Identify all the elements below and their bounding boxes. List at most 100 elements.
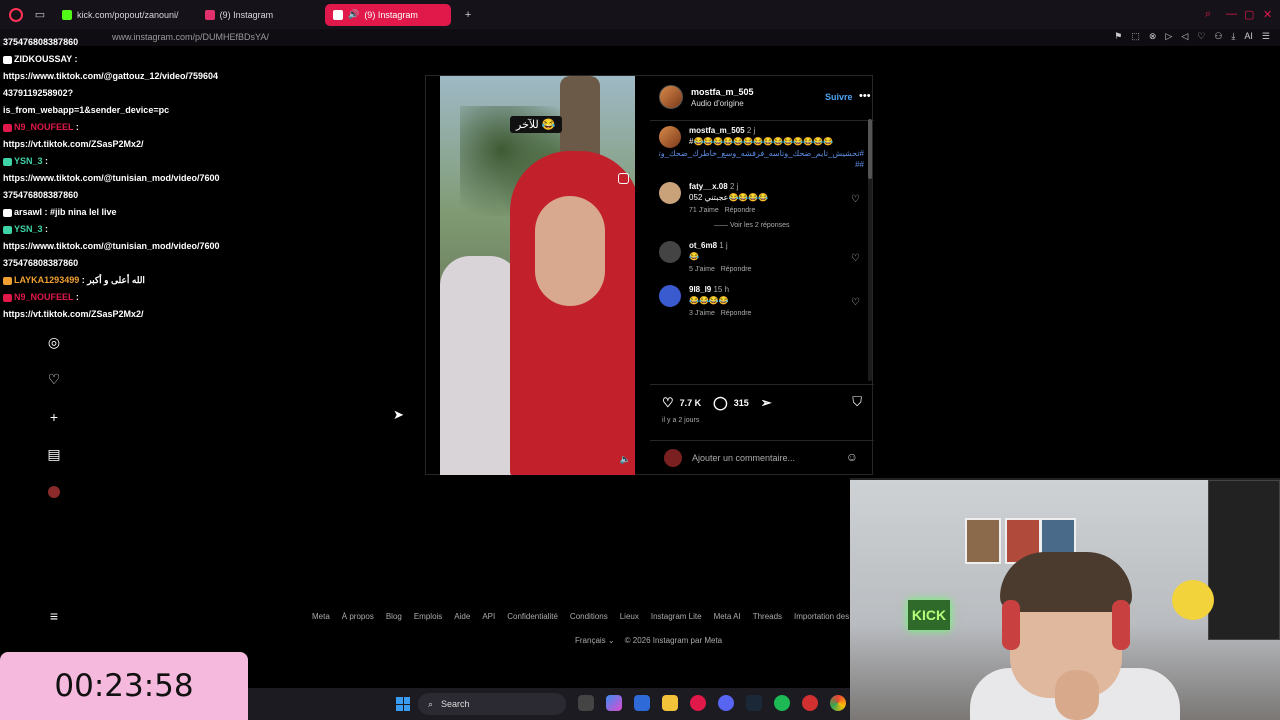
chat-username[interactable]: arsawl [14,207,42,217]
share-send-icon[interactable]: ➢ [761,395,772,411]
comment-like-heart-icon[interactable]: ♡ [851,194,860,205]
chat-username[interactable]: N9_NOUFEEL [14,292,73,302]
tab-instagram-1[interactable]: (9) Instagram [197,4,282,26]
audio-label[interactable]: Audio d'origine [691,99,744,108]
steam-icon[interactable] [746,695,762,711]
like-count[interactable]: 7.7 K [680,398,702,408]
footer-link[interactable]: Blog [386,612,402,621]
chrome-icon[interactable] [830,695,846,711]
store-icon[interactable] [634,695,650,711]
comment-bubble-icon[interactable]: ◯ [713,395,728,411]
comment-like-heart-icon[interactable]: ♡ [851,297,860,308]
caption-hashtags[interactable]: #تحشيش_تايم_ضحك_وتاسه_فرفشه_وسع_خاطرك_ضح… [659,148,864,170]
chat-message: : [73,122,79,132]
app-icon[interactable] [802,695,818,711]
new-tab-plus-icon[interactable]: + [460,7,476,23]
chat-username[interactable]: N9_NOUFEEL [14,122,73,132]
maximize-icon[interactable]: ▢ [1244,8,1254,21]
search-tabs-icon[interactable]: ⌕ [1205,8,1211,21]
comment-likes[interactable]: 71 J'aime [689,207,719,214]
footer-link[interactable]: API [482,612,495,621]
footer-link[interactable]: Meta [312,612,330,621]
chat-username[interactable]: ZIDKOUSSAY [14,54,72,64]
footer-link[interactable]: Meta AI [714,612,741,621]
comment-reply-button[interactable]: Répondre [721,266,752,273]
more-options-icon[interactable]: ••• [859,90,871,102]
footer-link[interactable]: Threads [753,612,782,621]
dashboard-icon[interactable]: ▤ [46,446,62,462]
opera-taskbar-icon[interactable] [690,695,706,711]
speaker-icon[interactable]: 🔊 [348,9,359,20]
create-plus-icon[interactable]: + [46,409,62,425]
download-icon[interactable]: ⤓ [1231,31,1235,42]
chat-badge-icon [3,293,12,302]
follow-button[interactable]: Suivre [825,92,853,102]
more-menu-icon[interactable]: ≡ [46,608,62,624]
like-heart-icon[interactable]: ♡ [662,395,674,411]
mouse-cursor-icon: ➤ [393,407,404,422]
author-username[interactable]: mostfa_m_505 [691,87,754,97]
footer-link[interactable]: Lieux [620,612,639,621]
heart-icon[interactable]: ♡ [1197,31,1205,42]
profile-icon[interactable]: ⚇ [1214,31,1222,42]
scrollbar-thumb[interactable] [868,119,872,179]
minimize-icon[interactable]: — [1226,8,1237,20]
post-sidebar: mostfa_m_505 Audio d'origine Suivre ••• … [650,76,874,475]
footer-link[interactable]: Confidentialité [507,612,558,621]
comment-likes[interactable]: 3 J'aime [689,310,715,317]
comment-input[interactable]: Ajouter un commentaire... [692,453,795,463]
comment-avatar[interactable] [659,241,681,263]
workspace-icon[interactable]: ▭ [32,7,48,23]
mute-icon[interactable]: 🔈 [620,454,631,465]
file-explorer-icon[interactable] [662,695,678,711]
footer-link[interactable]: Conditions [570,612,608,621]
streamer-webcam: KICK [850,478,1280,720]
comment-reply-button[interactable]: Répondre [725,207,756,214]
close-icon[interactable]: ✕ [1263,8,1272,21]
task-view-icon[interactable] [578,695,594,711]
screenshot-icon[interactable]: ⬚ [1131,31,1140,42]
explore-compass-icon[interactable]: ◎ [46,334,62,350]
comment-reply-button[interactable]: Répondre [721,310,752,317]
tab-instagram-active[interactable]: 🔊 (9) Instagram [325,3,452,26]
comment-avatar[interactable] [659,285,681,307]
comments-scrollbar[interactable] [868,119,872,381]
vpn-icon[interactable]: ◁ [1181,31,1188,42]
footer-link[interactable]: Aide [454,612,470,621]
ai-button[interactable]: AI [1244,31,1253,42]
windows-start-icon[interactable] [396,697,410,711]
discord-icon[interactable] [718,695,734,711]
copilot-icon[interactable] [606,695,622,711]
save-bookmark-icon[interactable]: ⛉ [852,394,862,410]
notifications-heart-icon[interactable]: ♡ [46,371,62,387]
comment-username[interactable]: 9l8_l9 [689,285,711,294]
comment-username[interactable]: ot_6m8 [689,241,717,250]
chat-username[interactable]: LAYKA1293499 [14,275,79,285]
author-avatar[interactable] [659,85,683,109]
reel-video[interactable]: للآخر 😂 🔈 [440,76,635,475]
caption-avatar[interactable] [659,126,681,148]
footer-link[interactable]: Emplois [414,612,442,621]
chat-username[interactable]: YSN_3 [14,156,43,166]
menu-icon[interactable]: ☰ [1262,31,1270,42]
comment-username[interactable]: faty__x.08 [689,182,728,191]
adblock-icon[interactable]: ⊗ [1149,31,1157,42]
view-replies-button[interactable]: —— Voir les 2 réponses [714,222,864,229]
spotify-icon[interactable] [774,695,790,711]
caption-username[interactable]: mostfa_m_505 [689,126,745,135]
tab-kick[interactable]: kick.com/popout/zanouni/ [54,4,187,26]
taskbar-search[interactable]: ⌕ Search [418,693,566,715]
language-select[interactable]: Français ⌄ [575,636,615,645]
opera-logo-icon[interactable] [9,7,23,22]
chat-username[interactable]: YSN_3 [14,224,43,234]
comment-avatar[interactable] [659,182,681,204]
comment-like-heart-icon[interactable]: ♡ [851,253,860,264]
comment-likes[interactable]: 5 J'aime [689,266,715,273]
bookmark-page-icon[interactable]: ⚑ [1114,31,1122,42]
player-icon[interactable]: ▷ [1165,31,1172,42]
footer-link[interactable]: À propos [342,612,374,621]
footer-link[interactable]: Instagram Lite [651,612,702,621]
profile-avatar[interactable] [46,484,62,500]
my-avatar [664,449,682,467]
emoji-picker-icon[interactable]: ☺ [846,450,858,464]
